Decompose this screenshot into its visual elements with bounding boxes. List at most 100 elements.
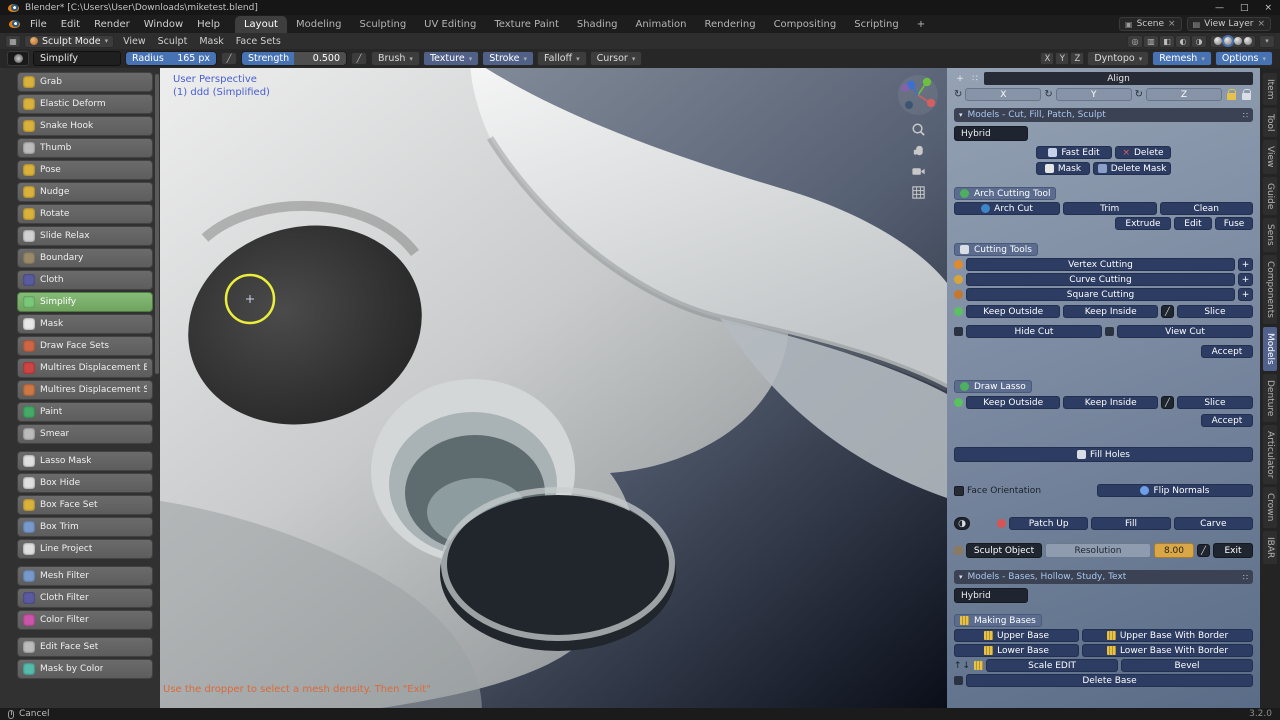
active-brush-name[interactable]: Simplify bbox=[33, 51, 121, 66]
add-cut-button[interactable]: + bbox=[1238, 288, 1253, 301]
editor-menu-item[interactable]: Mask bbox=[193, 35, 229, 48]
tool-button[interactable]: Snake Hook bbox=[17, 116, 153, 136]
face-orientation-checkbox[interactable] bbox=[954, 485, 964, 496]
menu-item[interactable]: Window bbox=[137, 17, 190, 32]
viewport-option-icon[interactable]: ◐ bbox=[1175, 34, 1191, 48]
unlock-icon[interactable] bbox=[1241, 89, 1252, 100]
cutting-tools-header[interactable]: Cutting Tools bbox=[954, 243, 1038, 256]
lock-icon[interactable] bbox=[1226, 89, 1237, 100]
workspace-tab[interactable]: UV Editing bbox=[415, 16, 485, 33]
cutting-mode-button[interactable]: Vertex Cutting bbox=[966, 258, 1235, 271]
carve-button[interactable]: Carve bbox=[1173, 517, 1253, 530]
lasso-slice-button[interactable]: Slice bbox=[1176, 396, 1253, 409]
workspace-tab[interactable]: Rendering bbox=[695, 16, 764, 33]
bevel-button[interactable]: Bevel bbox=[1121, 659, 1253, 672]
add-cut-button[interactable]: + bbox=[1238, 273, 1253, 286]
sidebar-tab[interactable]: IBAR bbox=[1263, 530, 1277, 564]
mirror-axis-toggle[interactable]: Y bbox=[1055, 52, 1070, 65]
panel-add-icon[interactable]: + bbox=[954, 73, 966, 85]
draw-lasso-button[interactable]: Draw Lasso bbox=[954, 380, 1032, 393]
fill-holes-button[interactable]: Fill Holes bbox=[954, 447, 1253, 462]
resolution-value[interactable]: 8.00 bbox=[1154, 543, 1194, 558]
tool-button[interactable]: Mask bbox=[17, 314, 153, 334]
delete-button[interactable]: × Delete bbox=[1115, 146, 1171, 159]
cutting-mode-button[interactable]: Square Cutting bbox=[966, 288, 1235, 301]
strength-pressure-icon[interactable]: ╱ bbox=[351, 52, 367, 65]
sidebar-tab[interactable]: Tool bbox=[1263, 108, 1277, 138]
making-bases-header[interactable]: Making Bases bbox=[954, 614, 1042, 627]
tool-button[interactable]: Nudge bbox=[17, 182, 153, 202]
tool-button[interactable]: Lasso Mask bbox=[17, 451, 153, 471]
hide-cut-button[interactable]: Hide Cut bbox=[966, 325, 1102, 338]
shading-solid-icon[interactable] bbox=[1224, 37, 1232, 45]
tool-button[interactable]: Thumb bbox=[17, 138, 153, 158]
viewport-option-icon[interactable]: ▥ bbox=[1143, 34, 1159, 48]
tool-button[interactable]: Draw Face Sets bbox=[17, 336, 153, 356]
tool-button[interactable]: Edit Face Set bbox=[17, 637, 153, 657]
sidebar-tab[interactable]: Crown bbox=[1263, 487, 1277, 528]
window-control-button[interactable]: × bbox=[1264, 3, 1272, 13]
menu-item[interactable]: Help bbox=[190, 17, 227, 32]
shading-wireframe-icon[interactable] bbox=[1214, 37, 1222, 45]
tool-button[interactable]: Color Filter bbox=[17, 610, 153, 630]
sidebar-tab[interactable]: Guide bbox=[1263, 176, 1277, 216]
trim-button[interactable]: Trim bbox=[1063, 202, 1157, 215]
navigation-gizmo[interactable] bbox=[897, 74, 939, 116]
edit-button[interactable]: Edit bbox=[1174, 217, 1212, 230]
panel-options-icon[interactable]: ∷ bbox=[1243, 111, 1248, 120]
pan-hand-icon[interactable] bbox=[911, 143, 926, 158]
tool-button[interactable]: Mesh Filter bbox=[17, 566, 153, 586]
editor-menu-item[interactable]: Face Sets bbox=[230, 35, 287, 48]
view-cut-button[interactable]: View Cut bbox=[1117, 325, 1253, 338]
extrude-button[interactable]: Extrude bbox=[1115, 217, 1171, 230]
align-z-button[interactable]: Z bbox=[1146, 88, 1222, 101]
close-icon[interactable]: × bbox=[1168, 19, 1176, 29]
align-y-button[interactable]: Y bbox=[1055, 88, 1132, 101]
arch-cut-button[interactable]: Arch Cut bbox=[954, 202, 1061, 215]
panel-options-icon[interactable]: ∷ bbox=[1243, 573, 1248, 582]
sidebar-tab[interactable]: Models bbox=[1263, 326, 1277, 371]
section-models-cut[interactable]: ▾ Models - Cut, Fill, Patch, Sculpt ∷ bbox=[954, 108, 1253, 122]
fill-button[interactable]: Fill bbox=[1091, 517, 1171, 530]
tool-button[interactable]: Elastic Deform bbox=[17, 94, 153, 114]
tool-button[interactable]: Grab bbox=[17, 72, 153, 92]
tool-button[interactable]: Multires Displacement Smear bbox=[17, 380, 153, 400]
upper-base-border-button[interactable]: Upper Base With Border bbox=[1082, 629, 1253, 642]
sidebar-tab[interactable]: View bbox=[1263, 140, 1277, 174]
tool-button[interactable]: Box Trim bbox=[17, 517, 153, 537]
workspace-tab[interactable]: Layout bbox=[234, 16, 287, 33]
editor-menu-item[interactable]: View bbox=[117, 35, 152, 48]
cycle-icon[interactable]: ↻ bbox=[1044, 89, 1052, 100]
lasso-keep-outside-button[interactable]: Keep Outside bbox=[966, 396, 1061, 409]
fast-edit-button[interactable]: Fast Edit bbox=[1036, 146, 1112, 159]
brush-preview[interactable] bbox=[7, 51, 29, 66]
delete-mask-button[interactable]: Delete Mask bbox=[1093, 162, 1171, 175]
tool-button[interactable]: Rotate bbox=[17, 204, 153, 224]
mirror-axis-toggle[interactable]: X bbox=[1040, 52, 1055, 65]
swap-icon[interactable]: ↑↓ bbox=[954, 661, 971, 671]
tool-button[interactable]: Paint bbox=[17, 402, 153, 422]
options-dropdown[interactable]: Options ▾ bbox=[1214, 51, 1273, 66]
editor-type-icon[interactable]: ▦ bbox=[5, 34, 21, 48]
arch-cutting-tool-header[interactable]: Arch Cutting Tool bbox=[954, 187, 1057, 200]
sidebar-tab[interactable]: Articulator bbox=[1263, 425, 1277, 485]
cycle-icon[interactable]: ↻ bbox=[954, 89, 962, 100]
window-control-button[interactable]: □ bbox=[1240, 3, 1249, 13]
tool-settings-dropdown[interactable]: Cursor ▾ bbox=[589, 51, 643, 66]
lower-base-button[interactable]: Lower Base bbox=[954, 644, 1079, 657]
tool-button[interactable]: Cloth bbox=[17, 270, 153, 290]
delete-base-button[interactable]: Delete Base bbox=[966, 674, 1253, 687]
shading-rendered-icon[interactable] bbox=[1244, 37, 1252, 45]
editor-menu-item[interactable]: Sculpt bbox=[152, 35, 194, 48]
viewport-option-icon[interactable]: ◧ bbox=[1159, 34, 1175, 48]
workspace-tab[interactable]: + bbox=[908, 16, 934, 33]
tool-settings-dropdown[interactable]: Stroke ▾ bbox=[482, 51, 535, 66]
panel-menu-icon[interactable]: ∷ bbox=[969, 73, 981, 85]
viewport-option-icon[interactable]: ◎ bbox=[1127, 34, 1143, 48]
cycle-icon[interactable]: ↻ bbox=[1135, 89, 1143, 100]
tool-button[interactable]: Multires Displacement Eraser bbox=[17, 358, 153, 378]
tool-settings-dropdown[interactable]: Brush ▾ bbox=[371, 51, 420, 66]
lasso-accept-button[interactable]: Accept bbox=[1201, 414, 1253, 427]
workspace-tab[interactable]: Sculpting bbox=[350, 16, 415, 33]
strength-slider[interactable]: Strength 0.500 bbox=[241, 51, 347, 66]
